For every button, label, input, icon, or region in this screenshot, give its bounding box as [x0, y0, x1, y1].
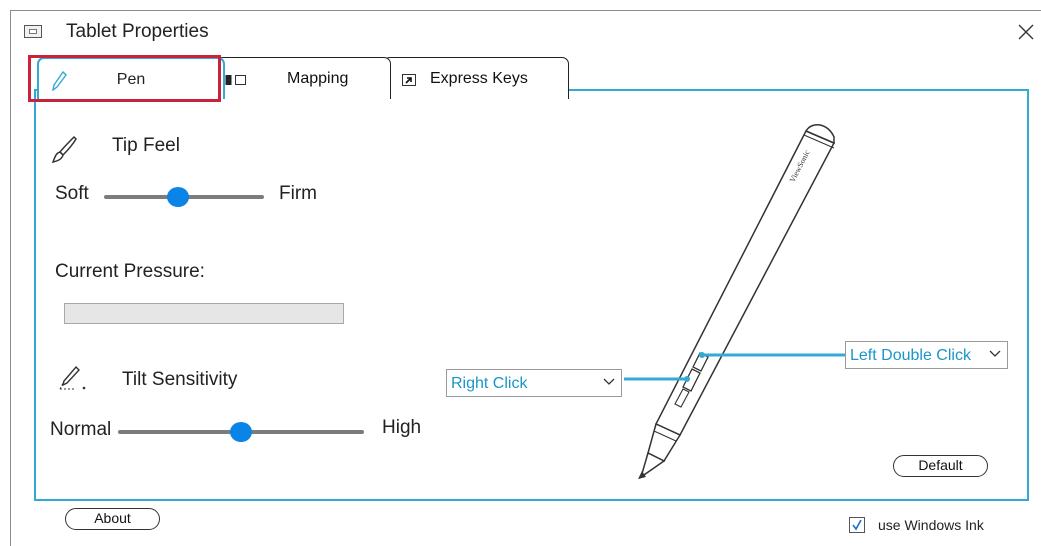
chevron-down-icon — [603, 378, 615, 385]
express-keys-icon — [402, 74, 416, 86]
windows-ink-checkbox[interactable] — [849, 517, 865, 533]
upper-button-value: Left Double Click — [850, 347, 971, 364]
default-button[interactable]: Default — [893, 455, 988, 477]
tablet-properties-window: Tablet Properties Express Keys Mapping P… — [10, 10, 1041, 546]
tablet-app-icon — [24, 25, 42, 38]
tab-pen[interactable]: Pen — [37, 57, 225, 99]
tab-express-keys-label: Express Keys — [430, 70, 528, 87]
tab-mapping-label: Mapping — [287, 70, 349, 87]
lower-button-select[interactable]: Right Click — [446, 369, 622, 397]
pen-settings-panel: Tip Feel Soft Firm Current Pressure: Til… — [34, 89, 1029, 501]
upper-button-select[interactable]: Left Double Click — [845, 341, 1008, 369]
check-icon — [852, 519, 862, 531]
close-icon — [1018, 24, 1034, 40]
tab-mapping[interactable]: Mapping — [216, 57, 391, 99]
title-bar: Tablet Properties — [11, 11, 1041, 51]
chevron-down-icon — [989, 350, 1001, 357]
mapping-icon — [225, 75, 246, 85]
pen-illustration: ViewSonic — [624, 124, 845, 479]
close-button[interactable] — [1011, 17, 1041, 47]
window-title: Tablet Properties — [66, 21, 209, 42]
about-button[interactable]: About — [65, 508, 160, 530]
lower-button-value: Right Click — [451, 375, 528, 392]
tab-express-keys[interactable]: Express Keys — [383, 57, 569, 99]
tab-pen-label: Pen — [116, 71, 146, 88]
windows-ink-label: use Windows Ink — [878, 517, 984, 533]
